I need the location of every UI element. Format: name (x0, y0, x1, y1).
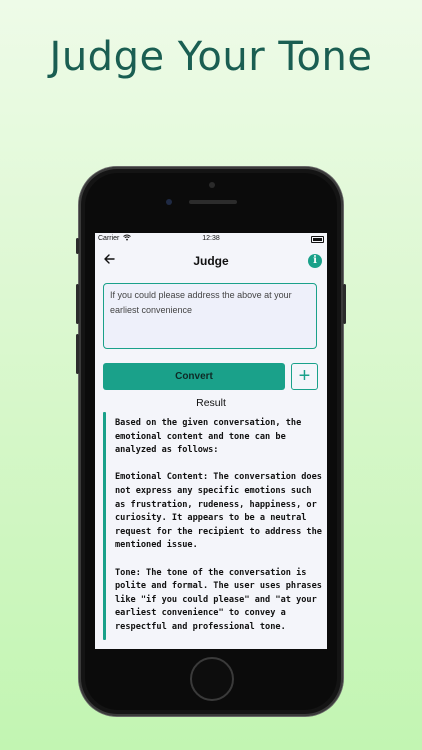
info-icon[interactable]: i (308, 254, 322, 268)
result-heading: Result (196, 397, 226, 409)
result-paragraph: Based on the given conversation, the emo… (115, 418, 302, 456)
power-button (343, 284, 346, 324)
earpiece-speaker (189, 200, 237, 204)
front-camera-icon (166, 199, 172, 205)
result-paragraph: Tone: The tone of the conversation is po… (115, 567, 322, 632)
camera-icon (209, 182, 215, 188)
result-accent-bar (103, 412, 106, 640)
convert-button[interactable]: Convert (103, 363, 285, 390)
tone-text-input[interactable]: If you could please address the above at… (103, 283, 317, 349)
result-paragraph: Emotional Content: The conversation does… (115, 472, 322, 551)
nav-bar: Judge i (95, 247, 327, 275)
page-title: Judge (193, 254, 229, 268)
home-button[interactable] (190, 657, 234, 701)
battery-icon (311, 236, 324, 243)
volume-up-button (76, 284, 79, 324)
result-text: Based on the given conversation, the emo… (115, 417, 323, 648)
status-bar: Carrier 12:38 (95, 233, 327, 245)
add-button[interactable]: + (291, 363, 318, 390)
volume-down-button (76, 334, 79, 374)
app-screen: Carrier 12:38 Judge i If you could pleas… (95, 233, 327, 649)
silent-switch (76, 238, 79, 254)
headline: Judge Your Tone (49, 34, 373, 80)
status-time: 12:38 (202, 235, 220, 242)
